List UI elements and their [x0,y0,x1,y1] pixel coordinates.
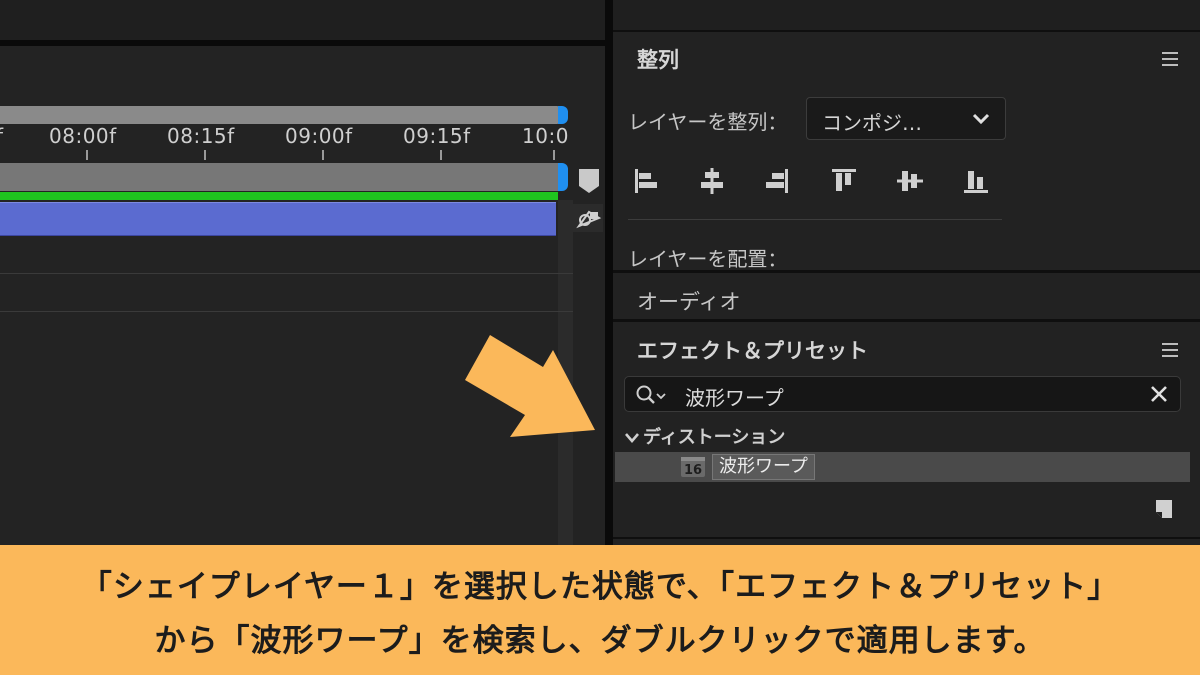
distribute-layers-label: レイヤーを配置： [628,247,788,271]
time-ruler-tick [440,150,442,160]
render-status-bar [0,192,558,200]
time-ruler-label: 09:00f [285,124,353,148]
align-vertical-center-icon[interactable] [894,165,926,197]
timeline-header [0,0,605,40]
time-ruler-label: 08:00f [49,124,117,148]
effect-16bpc-icon: 16 [681,457,705,477]
comp-marker-icon[interactable] [578,168,600,194]
category-label: ディストーション [643,427,786,448]
caption-line-1: 「シェイプレイヤー１」を選択した状態で、「エフェクト＆プリセット」 [80,569,1120,605]
panel-separator [613,319,1200,322]
time-ruler-tick [86,150,88,160]
time-ruler-label: 10:0 [522,124,569,148]
effects-search-field[interactable]: 波形ワープ [624,376,1181,412]
align-left-icon[interactable] [630,165,662,197]
chevron-down-icon [625,433,639,443]
search-icon[interactable] [635,384,669,406]
time-ruler-tick [322,150,324,160]
effect-result-label[interactable]: 波形ワープ [712,454,815,480]
effects-presets-panel-title[interactable]: エフェクト＆プリセット [637,335,868,365]
audio-panel-title[interactable]: オーディオ [637,286,741,316]
time-ruler-tick [553,150,555,160]
work-area-bar[interactable] [0,106,560,124]
instruction-caption: 「シェイプレイヤー１」を選択した状態で、「エフェクト＆プリセット」 から「波形ワ… [0,545,1200,675]
align-section-divider [628,219,1002,220]
panel-top-area [613,0,1200,32]
chevron-down-icon [972,113,990,125]
align-panel-menu-icon[interactable] [1162,52,1178,70]
align-panel-title[interactable]: 整列 [637,44,679,74]
effect-bpc-badge-text: 16 [684,463,702,477]
timeline-separator [0,40,605,46]
time-ruler-label: 08:15f [167,124,235,148]
work-area-end-handle[interactable] [558,106,568,124]
time-ruler-tick [204,150,206,160]
align-right-icon[interactable] [761,165,793,197]
right-panel-stack: 整列 レイヤーを整列： コンポジ… レイヤーを配置： オーディオ エフェクト＆プ… [613,0,1200,545]
time-ruler-label: 09:15f [403,124,471,148]
align-horizontal-center-icon[interactable] [696,165,728,197]
comp-button-icon[interactable] [573,204,603,232]
comp-end-handle[interactable] [558,163,568,191]
align-to-selected-value: コンポジ… [822,111,922,135]
timeline-panel: f 08:00f 08:15f 09:00f 09:15f 10:0 [0,0,605,545]
caption-line-2: から「波形ワープ」を検索し、ダブルクリックで適用します。 [154,623,1046,659]
panel-bottom-divider [613,537,1200,539]
timeline-row-divider [0,273,573,274]
effects-search-value: 波形ワープ [685,386,784,410]
pointer-arrow-icon [465,335,595,437]
panel-separator [613,270,1200,273]
align-bottom-icon[interactable] [960,165,992,197]
panel-top-divider [613,30,1200,32]
align-top-icon[interactable] [828,165,860,197]
timeline-row-divider [0,311,573,312]
category-distortion-row[interactable]: ディストーション [625,423,785,449]
time-ruler-label: f [0,124,4,148]
panel-divider[interactable] [605,0,613,545]
comp-duration-bar[interactable] [0,163,560,191]
align-layers-to-label: レイヤーを整列： [628,110,788,134]
close-icon[interactable] [1150,385,1168,403]
new-bin-icon[interactable] [1152,498,1174,520]
shape-layer-clip[interactable] [0,202,556,236]
effects-panel-menu-icon[interactable] [1162,343,1178,361]
align-to-dropdown[interactable]: コンポジ… [806,97,1006,140]
effect-result-row[interactable]: 16 波形ワープ [615,452,1190,482]
